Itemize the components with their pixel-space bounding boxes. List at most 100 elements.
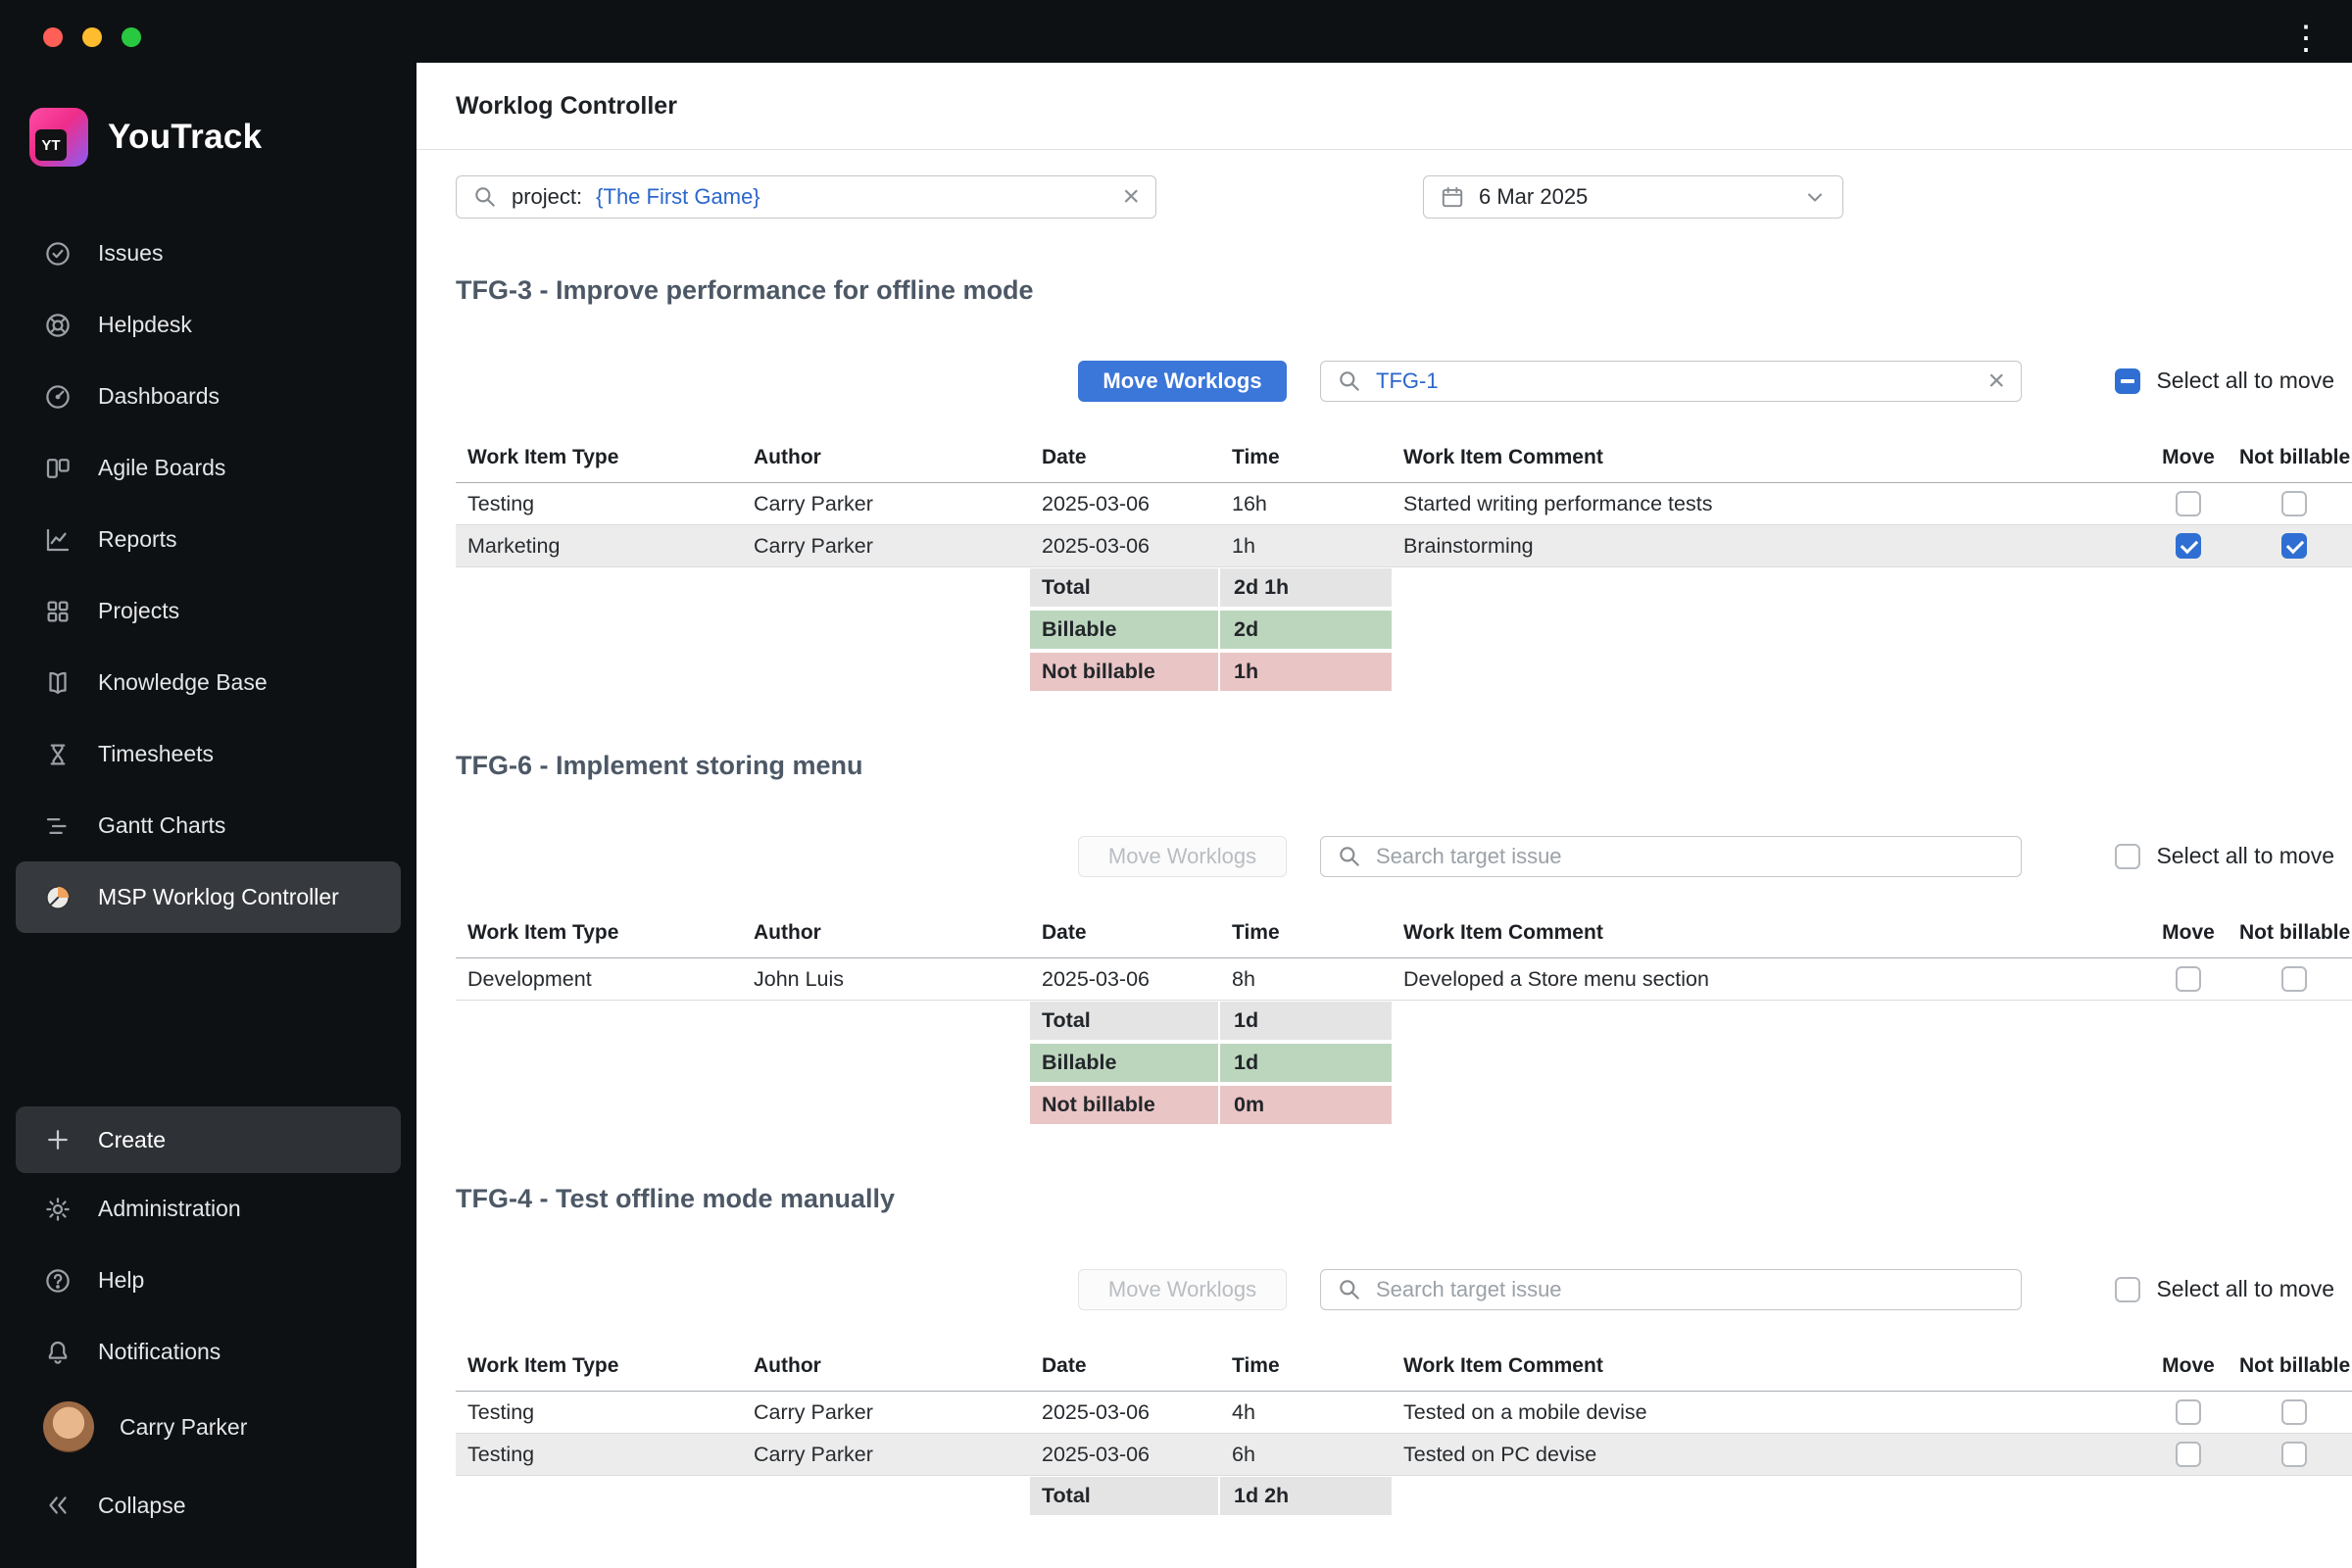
select-all-label: Select all to move — [2156, 843, 2334, 868]
helpdesk-icon — [46, 313, 70, 337]
brand-name: YouTrack — [108, 118, 263, 156]
select-all-checkbox[interactable] — [2115, 1276, 2141, 1302]
date: 2025-03-06 — [1042, 1399, 1150, 1424]
not-billable-checkbox[interactable] — [2280, 491, 2307, 516]
target-issue-input[interactable] — [1376, 843, 2005, 869]
sidebar-item-profile[interactable]: Carry Parker — [16, 1388, 401, 1466]
issues-icon — [46, 241, 70, 266]
close-window-button[interactable] — [43, 27, 63, 47]
sidebar-item-agile-boards[interactable]: Agile Boards — [16, 432, 401, 504]
not-billable-checkbox[interactable] — [2280, 533, 2307, 559]
sidebar-item-reports[interactable]: Reports — [16, 504, 401, 575]
col-header: Author — [754, 446, 821, 469]
not-billable-label: Not billable — [1030, 1086, 1220, 1126]
sidebar-item-projects[interactable]: Projects — [16, 575, 401, 647]
worklog-pie-icon — [45, 885, 71, 909]
window-controls — [43, 27, 141, 47]
col-header: Work Item Comment — [1403, 921, 1603, 945]
summary-not-billable-row: Not billable 0m — [456, 1085, 2352, 1127]
comment: Developed a Store menu section — [1403, 966, 1709, 991]
target-issue-search[interactable] — [1320, 1268, 2022, 1310]
create-button[interactable]: Create — [16, 1106, 401, 1173]
time: 4h — [1232, 1399, 1255, 1424]
billable-value: 2d — [1220, 611, 1392, 651]
move-checkbox[interactable] — [2176, 966, 2201, 992]
summary-total-row: Total 1d — [456, 1001, 2352, 1043]
sidebar-item-dashboards[interactable]: Dashboards — [16, 361, 401, 432]
total-label: Total — [1030, 1477, 1220, 1517]
not-billable-value: 0m — [1220, 1086, 1392, 1126]
col-header: Work Item Type — [467, 921, 619, 945]
select-all-label: Select all to move — [2156, 1276, 2334, 1301]
sidebar-item-notifications[interactable]: Notifications — [16, 1316, 401, 1388]
move-worklogs-button[interactable]: Move Worklogs — [1078, 360, 1287, 402]
sidebar-item-issues[interactable]: Issues — [16, 218, 401, 289]
target-issue-search[interactable]: TFG-1 × — [1320, 360, 2022, 402]
sidebar-item-label: Agile Boards — [98, 455, 226, 480]
search-icon — [1340, 846, 1359, 866]
col-header: Time — [1232, 446, 1280, 469]
issue-section-title: TFG-4 - Test offline mode manually — [456, 1184, 896, 1213]
section-controls: Move Worklogs Select all to move — [416, 1267, 2352, 1311]
date: 2025-03-06 — [1042, 1442, 1150, 1466]
target-issue-search[interactable] — [1320, 835, 2022, 877]
sidebar-item-administration[interactable]: Administration — [16, 1173, 401, 1245]
date: 2025-03-06 — [1042, 966, 1150, 991]
sidebar-item-helpdesk[interactable]: Helpdesk — [16, 289, 401, 361]
target-issue-input[interactable] — [1376, 1276, 2005, 1302]
total-label: Total — [1030, 568, 1220, 609]
total-label: Total — [1030, 1002, 1220, 1042]
table-row: Marketing Carry Parker 2025-03-06 1h Bra… — [456, 525, 2352, 567]
sidebar-item-knowledge-base[interactable]: Knowledge Base — [16, 647, 401, 718]
author: Carry Parker — [754, 1399, 873, 1424]
sidebar-item-label: Helpdesk — [98, 312, 192, 337]
sidebar-item-label: Knowledge Base — [98, 669, 268, 695]
col-header: Date — [1042, 1354, 1087, 1378]
not-billable-checkbox[interactable] — [2280, 1399, 2307, 1425]
calendar-icon — [1442, 186, 1463, 208]
not-billable-checkbox[interactable] — [2280, 966, 2307, 992]
col-header: Not billable — [2239, 921, 2351, 945]
create-label: Create — [98, 1126, 167, 1152]
kebab-menu-icon[interactable]: ⋮ — [2289, 22, 2323, 55]
youtrack-logo-icon: YT — [29, 108, 88, 167]
select-all-label: Select all to move — [2156, 368, 2334, 393]
select-all-checkbox[interactable] — [2115, 368, 2141, 394]
time: 8h — [1232, 966, 1255, 991]
clear-search-icon[interactable]: × — [1987, 366, 2005, 396]
move-checkbox[interactable] — [2176, 491, 2201, 516]
reports-icon — [46, 528, 70, 551]
move-worklogs-button[interactable]: Move Worklogs — [1078, 835, 1287, 877]
sidebar-item-help[interactable]: Help — [16, 1245, 401, 1316]
col-header: Time — [1232, 1354, 1280, 1378]
sidebar-item-gantt-charts[interactable]: Gantt Charts — [16, 790, 401, 861]
select-all-control: Select all to move — [2115, 368, 2334, 394]
select-all-checkbox[interactable] — [2115, 843, 2141, 869]
dashboards-icon — [46, 384, 70, 409]
project-search-input[interactable]: project: {The First Game} × — [456, 175, 1156, 219]
move-checkbox[interactable] — [2176, 1399, 2201, 1425]
help-icon — [46, 1268, 70, 1293]
move-worklogs-button[interactable]: Move Worklogs — [1078, 1268, 1287, 1310]
not-billable-label: Not billable — [1030, 653, 1220, 693]
issue-section-title: TFG-6 - Implement storing menu — [456, 751, 863, 780]
col-header: Work Item Comment — [1403, 446, 1603, 469]
date-picker[interactable]: 6 Mar 2025 — [1423, 175, 1843, 219]
total-value: 1d — [1220, 1002, 1392, 1042]
sidebar-item-collapse[interactable]: Collapse — [16, 1466, 401, 1544]
author: John Luis — [754, 966, 845, 991]
minimize-window-button[interactable] — [82, 27, 102, 47]
target-issue-value: TFG-1 — [1376, 368, 1439, 393]
move-checkbox[interactable] — [2176, 533, 2201, 559]
timesheets-icon — [50, 744, 66, 764]
sidebar-item-timesheets[interactable]: Timesheets — [16, 718, 401, 790]
zoom-window-button[interactable] — [122, 27, 141, 47]
select-all-control: Select all to move — [2115, 843, 2334, 869]
comment: Tested on a mobile devise — [1403, 1399, 1647, 1424]
move-checkbox[interactable] — [2176, 1442, 2201, 1467]
sidebar-item-msp-worklog-controller[interactable]: MSP Worklog Controller — [16, 861, 401, 933]
not-billable-checkbox[interactable] — [2280, 1442, 2307, 1467]
section-controls: Move Worklogs TFG-1 × Select all to move — [416, 359, 2352, 403]
col-header: Work Item Type — [467, 446, 619, 469]
clear-search-icon[interactable]: × — [1122, 182, 1140, 212]
